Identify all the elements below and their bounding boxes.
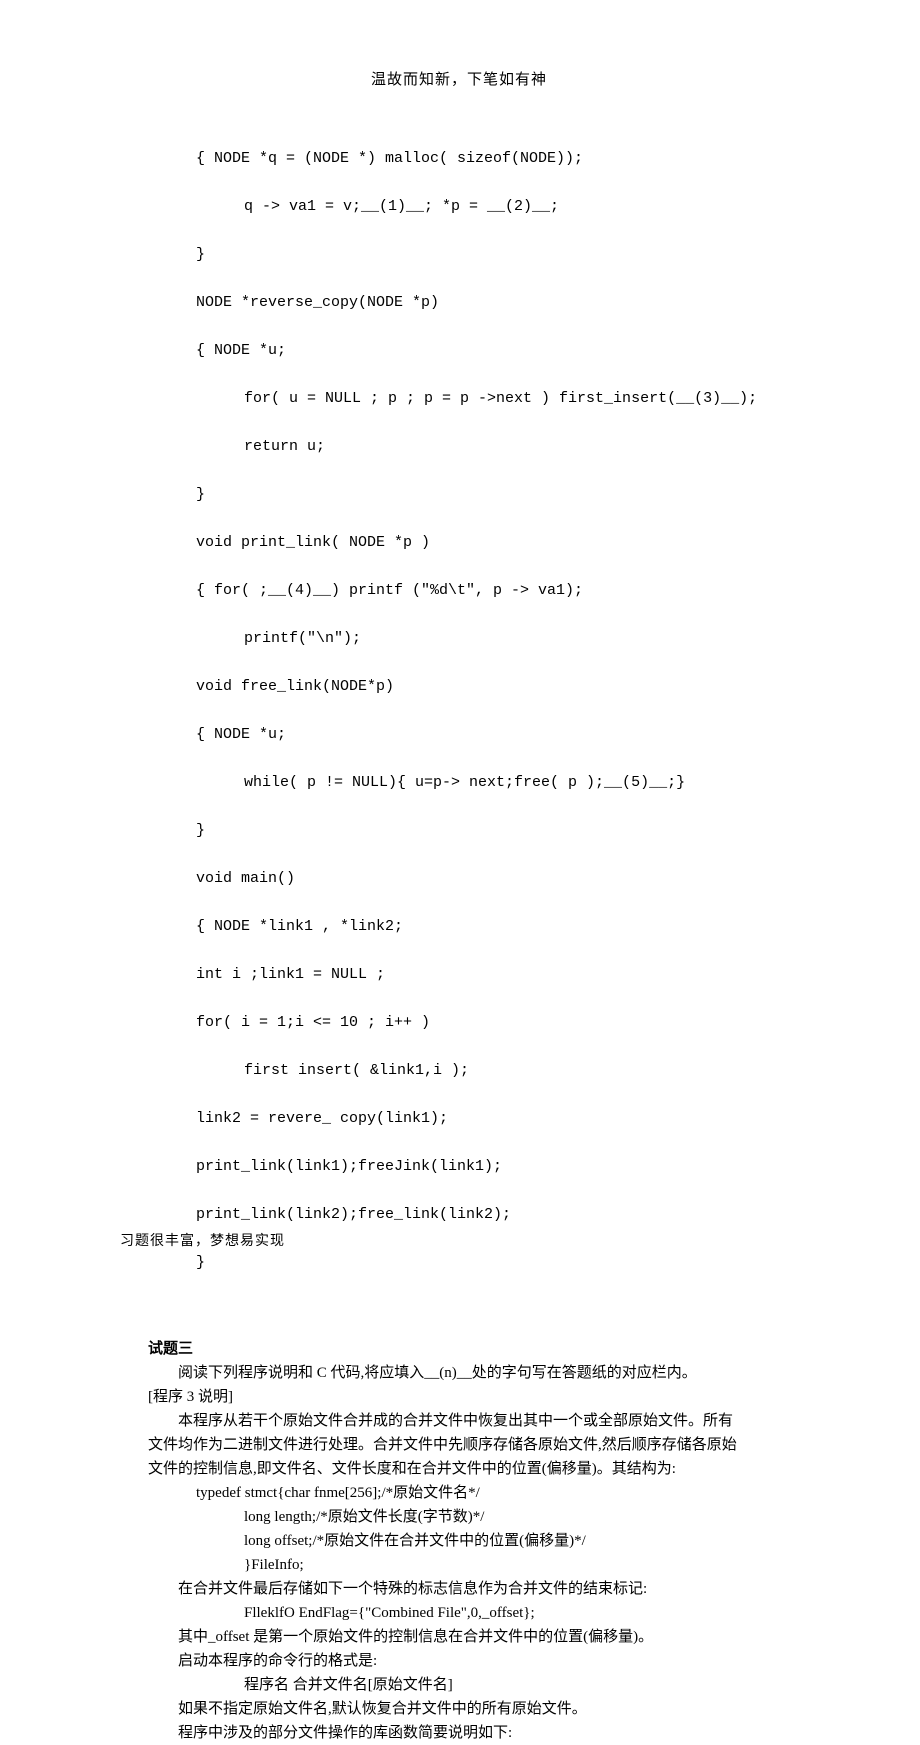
paragraph: 启动本程序的命令行的格式是: (148, 1649, 770, 1673)
paragraph: 文件均作为二进制文件进行处理。合并文件中先顺序存储各原始文件,然后顺序存储各原始 (148, 1433, 770, 1457)
code-line: for( u = NULL ; p ; p = p ->next ) first… (148, 387, 770, 411)
code-line: } (148, 1251, 770, 1275)
code-line: long offset;/*原始文件在合并文件中的位置(偏移量)*/ (148, 1529, 770, 1553)
code-line: first insert( &link1,i ); (148, 1059, 770, 1083)
code-line: } (148, 483, 770, 507)
page-header: 温故而知新，下笔如有神 (148, 68, 770, 89)
code-line: typedef stmct{char fnme[256];/*原始文件名*/ (148, 1481, 770, 1505)
code-line: { NODE *link1 , *link2; (148, 915, 770, 939)
paragraph: 如果不指定原始文件名,默认恢复合并文件中的所有原始文件。 (148, 1697, 770, 1721)
code-line: void main() (148, 867, 770, 891)
code-line: link2 = revere_ copy(link1); (148, 1107, 770, 1131)
code-line: } (148, 243, 770, 267)
code-line: }FileInfo; (148, 1553, 770, 1577)
code-line: while( p != NULL){ u=p-> next;free( p );… (148, 771, 770, 795)
paragraph: 程序中涉及的部分文件操作的库函数简要说明如下: (148, 1721, 770, 1745)
code-line: return u; (148, 435, 770, 459)
paragraph: 本程序从若干个原始文件合并成的合并文件中恢复出其中一个或全部原始文件。所有 (148, 1409, 770, 1433)
code-line: void free_link(NODE*p) (148, 675, 770, 699)
paragraph: 阅读下列程序说明和 C 代码,将应填入__(n)__处的字句写在答题纸的对应栏内… (148, 1361, 770, 1385)
code-line: q -> va1 = v;__(1)__; *p = __(2)__; (148, 195, 770, 219)
paragraph: 其中_offset 是第一个原始文件的控制信息在合并文件中的位置(偏移量)。 (148, 1625, 770, 1649)
code-line: { NODE *q = (NODE *) malloc( sizeof(NODE… (148, 147, 770, 171)
code-block-1: { NODE *q = (NODE *) malloc( sizeof(NODE… (148, 123, 770, 1323)
paragraph: 文件的控制信息,即文件名、文件长度和在合并文件中的位置(偏移量)。其结构为: (148, 1457, 770, 1481)
code-line: printf("\n"); (148, 627, 770, 651)
paragraph: [程序 3 说明] (148, 1385, 770, 1409)
code-line: { NODE *u; (148, 723, 770, 747)
page-footer: 习题很丰富，梦想易实现 (120, 1230, 285, 1250)
code-line: int i ;link1 = NULL ; (148, 963, 770, 987)
paragraph: 在合并文件最后存储如下一个特殊的标志信息作为合并文件的结束标记: (148, 1577, 770, 1601)
code-line: { NODE *u; (148, 339, 770, 363)
code-line: 程序名 合并文件名[原始文件名] (148, 1673, 770, 1697)
section-3-body: 阅读下列程序说明和 C 代码,将应填入__(n)__处的字句写在答题纸的对应栏内… (148, 1361, 770, 1745)
code-line: for( i = 1;i <= 10 ; i++ ) (148, 1011, 770, 1035)
code-line: } (148, 819, 770, 843)
code-line: void print_link( NODE *p ) (148, 531, 770, 555)
code-line: { for( ;__(4)__) printf ("%d\t", p -> va… (148, 579, 770, 603)
document-page: 温故而知新，下笔如有神 { NODE *q = (NODE *) malloc(… (0, 0, 920, 1302)
code-line: print_link(link1);freeJink(link1); (148, 1155, 770, 1179)
code-line: long length;/*原始文件长度(字节数)*/ (148, 1505, 770, 1529)
code-line: NODE *reverse_copy(NODE *p) (148, 291, 770, 315)
section-3-title: 试题三 (148, 1337, 770, 1361)
code-line: FlleklfO EndFlag={"Combined File",0,_off… (148, 1601, 770, 1625)
code-line: print_link(link2);free_link(link2); (148, 1203, 770, 1227)
